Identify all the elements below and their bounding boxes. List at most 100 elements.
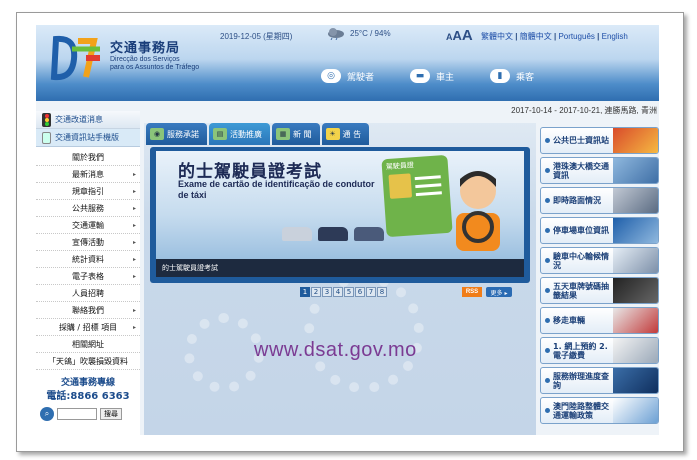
sidebar-menu-item[interactable]: 規章指引 ▸ <box>36 183 140 200</box>
sidebar-menu-item[interactable]: 公共服務 ▸ <box>36 200 140 217</box>
card-line <box>415 183 442 189</box>
quick-link[interactable]: 五天車牌號碼抽籤結果 <box>540 277 659 304</box>
sidebar-menu-item[interactable]: 關於我們 <box>36 149 140 166</box>
quick-link[interactable]: 港珠澳大橋交通資訊 <box>540 157 659 184</box>
quick-link-image <box>613 158 658 183</box>
search-input[interactable] <box>57 408 97 420</box>
quick-link-text: 港珠澳大橋交通資訊 <box>541 158 613 183</box>
mobile-site-link[interactable]: 交通資訊站手機版 <box>36 129 140 147</box>
sidebar-menu-label: 電子表格 <box>72 271 104 281</box>
lang-english[interactable]: English <box>602 32 628 41</box>
banner-slideshow: 的士駕駛員證考試 Exame de cartão de identificaçã… <box>150 147 530 283</box>
left-sidebar: 交通改道消息 交通資訊站手機版 關於我們 最新消息 ▸ 規章指引 ▸ 公共服務 ▸ 交通運輸 ▸… <box>36 111 140 435</box>
font-size-switcher[interactable]: AAA <box>446 27 473 44</box>
tab-promotions[interactable]: ▤ 活動推廣 <box>209 123 270 145</box>
font-size-medium[interactable]: A <box>453 28 462 43</box>
search-button[interactable]: 搜尋 <box>100 408 122 420</box>
quick-link[interactable]: 驗車中心輪候情況 <box>540 247 659 274</box>
hotline-label: 交通事務專線 <box>60 378 115 388</box>
lang-separator: | <box>597 32 600 41</box>
sidebar-menu-label: 關於我們 <box>72 152 104 162</box>
quick-link[interactable]: 公共巴士資訊站 <box>540 127 659 154</box>
quick-link-label: 五天車牌號碼抽籤結果 <box>553 281 609 300</box>
bullet-icon <box>545 228 550 233</box>
tab-service-pledge[interactable]: ◉ 服務承諾 <box>146 123 207 145</box>
lang-trad-chinese[interactable]: 繁體中文 <box>481 32 513 41</box>
quick-link[interactable]: 即時路面情況 <box>540 187 659 214</box>
sidebar-menu-item[interactable]: 聯絡我們 ▸ <box>36 302 140 319</box>
font-size-large[interactable]: A <box>462 27 473 44</box>
page-button[interactable]: 5 <box>344 287 354 297</box>
sidebar-menu-item[interactable]: 人員招聘 <box>36 285 140 302</box>
page-button[interactable]: 2 <box>311 287 321 297</box>
quick-link-text: 公共巴士資訊站 <box>541 128 613 153</box>
quick-link[interactable]: 移走車輛 <box>540 307 659 334</box>
photo-placeholder <box>388 173 413 199</box>
weather-widget: 25°C / 94% <box>326 26 391 40</box>
sidebar-menu-item[interactable]: 統計資料 ▸ <box>36 251 140 268</box>
quick-link-text: 移走車輛 <box>541 308 613 333</box>
bullet-icon <box>545 138 550 143</box>
sidebar-menu-item[interactable]: 最新消息 ▸ <box>36 166 140 183</box>
dsat-logo[interactable] <box>50 31 106 87</box>
sidebar-menu-item[interactable]: 電子表格 ▸ <box>36 268 140 285</box>
banner-image[interactable]: 的士駕駛員證考試 Exame de cartão de identificaçã… <box>156 151 524 259</box>
quick-link[interactable]: 1. 網上預約 2. 電子繳費 <box>540 337 659 364</box>
chevron-right-icon: ▸ <box>132 255 136 263</box>
quick-link-image <box>613 248 658 273</box>
sidebar-menu-item[interactable]: 相關網址 <box>36 336 140 353</box>
quick-link-label: 澳門陸路整體交通運輸政策 <box>553 401 609 420</box>
page-button[interactable]: 6 <box>355 287 365 297</box>
lightbulb-icon: ☀ <box>325 128 340 140</box>
card-line <box>415 191 442 197</box>
user-type-links: ◎ 駕駛者 ▬ 車主 ▮ 乘客 <box>321 69 534 83</box>
page-button[interactable]: 7 <box>366 287 376 297</box>
page-button[interactable]: 8 <box>377 287 387 297</box>
traffic-diversion-label: 交通改道消息 <box>55 115 103 124</box>
sidebar-menu-label: 規章指引 <box>72 186 104 196</box>
hotline-number: 電話:8866 6363 <box>46 391 130 402</box>
chevron-right-icon: ▸ <box>132 221 136 229</box>
link-passengers[interactable]: ▮ 乘客 <box>490 69 534 83</box>
sidebar-menu-item[interactable]: 交通運輸 ▸ <box>36 217 140 234</box>
page-button[interactable]: 1 <box>300 287 310 297</box>
gear-decoration <box>184 313 264 393</box>
sidebar-menu-item[interactable]: 宣傳活動 ▸ <box>36 234 140 251</box>
steering-wheel-icon: ◎ <box>321 69 341 83</box>
billboard-icon: ▤ <box>213 128 227 140</box>
quick-link-image <box>613 308 658 333</box>
quick-link-label: 移走車輛 <box>553 316 585 325</box>
sidebar-menu-label: 「天鴿」吹襲損毀資料 <box>48 356 128 366</box>
quick-link[interactable]: 停車場車位資訊 <box>540 217 659 244</box>
link-owners[interactable]: ▬ 車主 <box>410 69 454 83</box>
tab-notices[interactable]: ☀ 通 告 <box>321 123 370 145</box>
link-drivers[interactable]: ◎ 駕駛者 <box>321 69 374 83</box>
page-button[interactable]: 4 <box>333 287 343 297</box>
quick-link-label: 即時路面情況 <box>553 196 601 205</box>
car-illustration <box>318 227 348 241</box>
lang-portuguese[interactable]: Português <box>558 32 594 41</box>
site-search: ⌕ 搜尋 <box>40 407 122 421</box>
sidebar-menu-label: 最新消息 <box>72 169 104 179</box>
page-button[interactable]: 3 <box>322 287 332 297</box>
lang-simp-chinese[interactable]: 簡體中文 <box>520 32 552 41</box>
traffic-diversion-link[interactable]: 交通改道消息 <box>36 111 140 129</box>
bullet-icon <box>545 198 550 203</box>
quick-link-image <box>613 278 658 303</box>
magnifier-icon: ◉ <box>150 128 164 140</box>
traffic-light-icon <box>42 112 51 127</box>
org-name-pt-1: Direcção dos Serviços <box>110 56 180 63</box>
more-button[interactable]: 更多 ▸ <box>486 287 512 297</box>
rss-button[interactable]: RSS <box>462 287 482 297</box>
quick-link[interactable]: 澳門陸路整體交通運輸政策 <box>540 397 659 424</box>
chevron-right-icon: ▸ <box>132 187 136 195</box>
feature-panel: ◉ 服務承諾 ▤ 活動推廣 ▦ 新 聞 ☀ 通 告 的士駕駛員證考試 Exame… <box>144 123 536 435</box>
tab-label: 活動推廣 <box>230 129 262 139</box>
quick-link[interactable]: 服務辦理進度查詢 <box>540 367 659 394</box>
sidebar-menu-item[interactable]: 採購 / 招標 項目 ▸ <box>36 319 140 336</box>
lang-separator: | <box>553 32 557 41</box>
link-owners-label: 車主 <box>436 72 455 83</box>
tab-news[interactable]: ▦ 新 聞 <box>272 123 320 145</box>
quick-link-text: 即時路面情況 <box>541 188 613 213</box>
sidebar-menu-item[interactable]: 「天鴿」吹襲損毀資料 <box>36 353 140 370</box>
